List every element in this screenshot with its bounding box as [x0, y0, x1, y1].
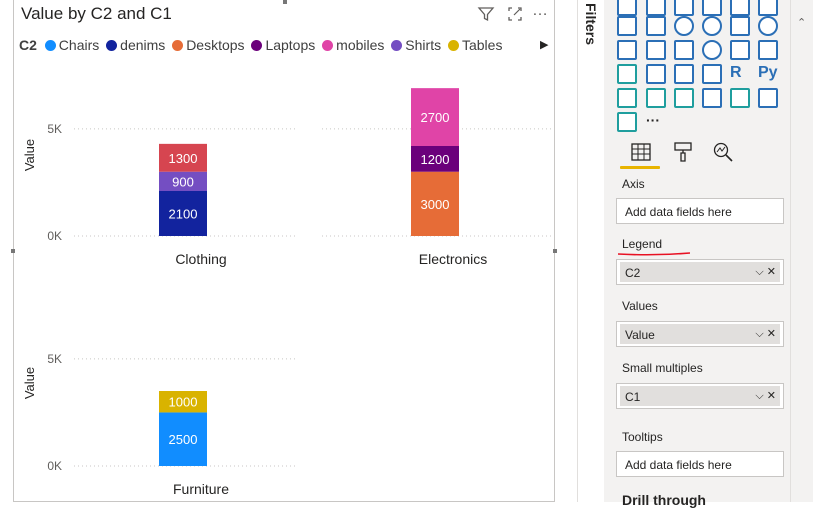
panel-title: Electronics [419, 251, 487, 267]
pane-scrollbar[interactable]: ⌃ [790, 0, 813, 502]
shape-map-icon[interactable] [646, 40, 666, 60]
data-label: 2100 [169, 207, 198, 222]
values-well-label: Values [622, 299, 658, 313]
panel-title: Clothing [175, 251, 226, 267]
matrix-icon[interactable] [702, 64, 722, 84]
ribbon-chart-icon[interactable] [730, 0, 750, 16]
small-multiples-well-label: Small multiples [622, 361, 703, 375]
azure-map-icon[interactable] [674, 40, 694, 60]
resize-handle[interactable] [283, 0, 287, 4]
stacked-column-visual[interactable]: Value by C2 and C1 … C2 Chairs denims De… [13, 0, 555, 502]
resize-handle[interactable] [11, 249, 15, 253]
fields-tab-icon[interactable] [630, 141, 652, 163]
format-tab-icon[interactable] [672, 141, 694, 163]
small-multiples-field-pill[interactable]: C1 ⌵ ✕ [616, 383, 784, 409]
waterfall-icon[interactable] [758, 0, 778, 16]
power-apps-icon[interactable] [730, 88, 750, 108]
multi-row-card-icon[interactable] [758, 40, 778, 60]
data-label: 1300 [169, 151, 198, 166]
data-label: 1000 [169, 395, 198, 410]
key-influencers-icon[interactable] [617, 88, 637, 108]
values-field-name: Value [625, 328, 655, 342]
decomposition-tree-icon[interactable] [646, 88, 666, 108]
scroll-up-chevron-icon[interactable]: ⌃ [797, 16, 806, 29]
data-label: 1200 [421, 152, 450, 167]
y-tick-label: 5K [47, 122, 62, 136]
field-pill-controls-icon[interactable]: ⌵ ✕ [755, 265, 776, 279]
data-label: 2500 [169, 432, 198, 447]
card-icon[interactable] [730, 40, 750, 60]
small-multiples-field-name: C1 [625, 390, 641, 404]
y-tick-label: 5K [47, 352, 62, 366]
paginated-report-icon[interactable] [702, 88, 722, 108]
report-canvas: Value by C2 and C1 … C2 Chairs denims De… [0, 0, 576, 502]
drill-through-header: Drill through [622, 492, 706, 508]
tooltips-well-label: Tooltips [622, 430, 663, 444]
field-pill-controls-icon[interactable]: ⌵ ✕ [755, 327, 776, 341]
table-icon[interactable] [674, 64, 694, 84]
arcgis-icon[interactable] [617, 112, 637, 132]
y-tick-label: 0K [47, 229, 62, 243]
values-field-pill[interactable]: Value ⌵ ✕ [616, 321, 784, 347]
filled-map-icon[interactable] [617, 40, 637, 60]
filters-label: Filters [583, 3, 599, 46]
stacked-bar-icon[interactable] [617, 0, 637, 16]
analytics-tab-icon[interactable] [712, 141, 734, 163]
area-chart-icon[interactable] [702, 0, 722, 16]
field-pill-controls-icon[interactable]: ⌵ ✕ [755, 389, 776, 403]
legend-field-pill[interactable]: C2 ⌵ ✕ [616, 259, 784, 285]
resize-handle[interactable] [553, 249, 557, 253]
kpi-icon[interactable] [617, 64, 637, 84]
line-chart-icon[interactable] [674, 0, 694, 16]
active-tab-indicator [620, 166, 660, 169]
data-label: 3000 [421, 197, 450, 212]
donut-chart-icon[interactable] [702, 16, 722, 36]
stacked-column-icon[interactable] [646, 0, 666, 16]
data-label: 900 [172, 174, 194, 189]
more-visuals-icon[interactable]: ··· [646, 112, 660, 128]
small-multiples-chart: Value 0K 5K Value 0K 5K 2100 900 1300 Clothing 300… [22, 88, 554, 497]
python-visual-icon[interactable]: Py [758, 64, 778, 82]
legend-field-name: C2 [625, 266, 641, 280]
axis-well-label: Axis [622, 177, 645, 191]
visualizations-pane: R Py ··· Axis Add data fields here Legend … [604, 0, 790, 508]
data-label: 2700 [421, 110, 450, 125]
red-annotation-underline [618, 252, 690, 256]
y-axis-title: Value [22, 139, 37, 171]
treemap-icon[interactable] [730, 16, 750, 36]
map-icon[interactable] [758, 16, 778, 36]
axis-drop-zone[interactable]: Add data fields here [616, 198, 784, 224]
power-automate-icon[interactable] [758, 88, 778, 108]
y-tick-label: 0K [47, 459, 62, 473]
pie-chart-icon[interactable] [674, 16, 694, 36]
gauge-icon[interactable] [702, 40, 722, 60]
tooltips-drop-zone[interactable]: Add data fields here [616, 451, 784, 477]
r-visual-icon[interactable]: R [730, 64, 742, 82]
slicer-icon[interactable] [646, 64, 666, 84]
qa-icon[interactable] [674, 88, 694, 108]
funnel-icon[interactable] [617, 16, 637, 36]
scatter-icon[interactable] [646, 16, 666, 36]
panel-title: Furniture [173, 481, 229, 497]
y-axis-title: Value [22, 367, 37, 399]
filters-pane-collapsed[interactable]: Filters [577, 0, 605, 502]
